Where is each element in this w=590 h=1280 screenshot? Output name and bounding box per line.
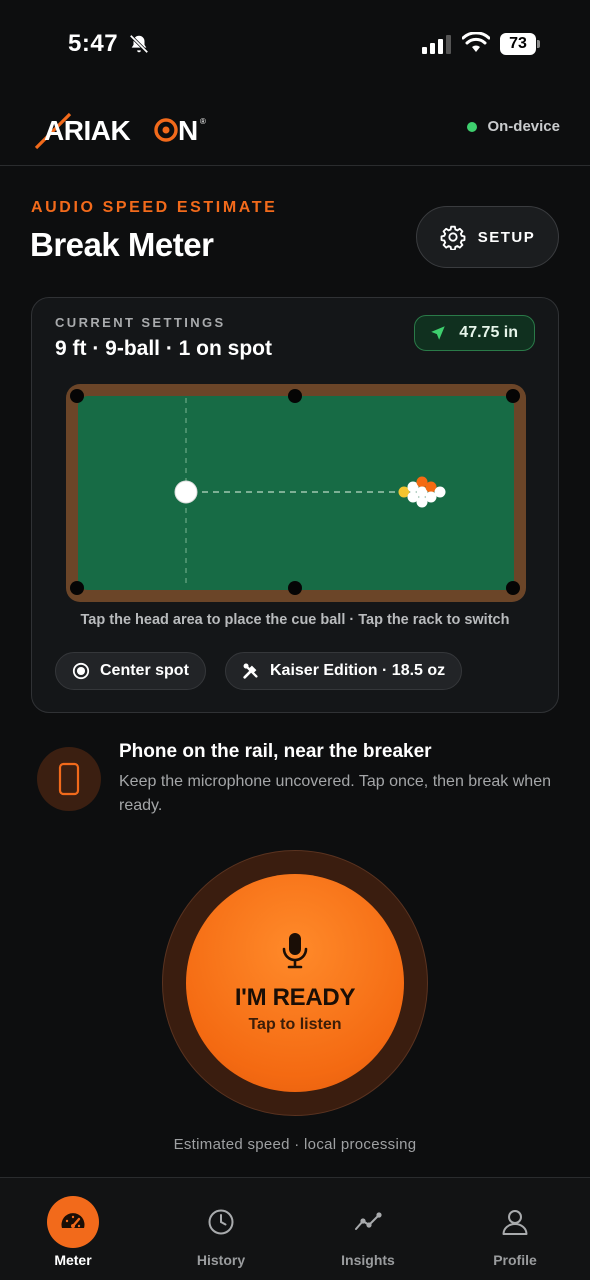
svg-text:®: ® xyxy=(200,117,206,126)
tab-label: Insights xyxy=(341,1252,395,1268)
signal-icon xyxy=(422,35,451,54)
clock-icon xyxy=(208,1209,234,1235)
instruction-title: Phone on the rail, near the breaker xyxy=(119,741,432,762)
wifi-icon xyxy=(462,32,490,52)
tab-label: Meter xyxy=(54,1252,92,1268)
tab-history[interactable]: History xyxy=(166,1196,276,1268)
location-arrow-icon xyxy=(431,326,446,340)
ready-button-sublabel: Tap to listen xyxy=(248,1016,342,1033)
pool-table[interactable] xyxy=(66,384,526,602)
table-felt xyxy=(78,396,514,590)
microphone-icon xyxy=(282,933,308,969)
speedometer-icon xyxy=(61,1213,85,1228)
distance-badge: 47.75 in xyxy=(414,315,535,351)
tab-label: History xyxy=(196,1252,246,1268)
chip-label: Kaiser Edition · 18.5 oz xyxy=(270,662,446,679)
gear-icon xyxy=(440,225,466,250)
cue-stick-chip[interactable]: Kaiser Edition · 18.5 oz xyxy=(225,652,463,690)
pocket xyxy=(288,581,302,595)
person-icon xyxy=(502,1210,528,1235)
ariakon-logo: ARIAK N ® xyxy=(34,112,206,150)
on-device-status: On-device xyxy=(467,118,560,135)
card-label: CURRENT SETTINGS xyxy=(55,315,226,330)
tab-profile[interactable]: Profile xyxy=(460,1196,570,1268)
app-header: ARIAK N ® On-device xyxy=(0,100,590,166)
instruction-body: Keep the microphone uncovered. Tap once,… xyxy=(119,773,551,814)
battery-level: 73 xyxy=(500,33,536,55)
ready-button-label: I'M READY xyxy=(234,984,356,1011)
setup-label: SETUP xyxy=(477,228,536,246)
on-device-label: On-device xyxy=(487,118,560,135)
pocket xyxy=(70,581,84,595)
cue-ball[interactable] xyxy=(174,480,198,504)
tab-label: Profile xyxy=(493,1252,537,1268)
current-settings-card: CURRENT SETTINGS 9 ft · 9-ball · 1 on sp… xyxy=(31,297,559,713)
svg-text:ARIAK: ARIAK xyxy=(44,115,130,146)
pocket xyxy=(288,389,302,403)
phone-icon xyxy=(58,762,80,796)
status-time: 5:47 xyxy=(68,30,119,57)
tab-insights[interactable]: Insights xyxy=(313,1196,423,1268)
status-bar: 5:47 73 xyxy=(0,0,590,90)
tab-meter[interactable]: Meter xyxy=(18,1196,128,1268)
settings-summary: 9 ft · 9-ball · 1 on spot xyxy=(55,337,273,360)
svg-text:N: N xyxy=(178,115,198,146)
tools-icon xyxy=(243,663,258,679)
tab-bar: Meter History Insights Profile xyxy=(0,1177,590,1280)
pocket xyxy=(70,389,84,403)
battery-indicator: 73 xyxy=(500,33,540,55)
phone-placement-badge xyxy=(37,747,101,811)
chip-label: Center spot xyxy=(100,662,189,679)
cue-position-chip[interactable]: Center spot xyxy=(55,652,206,690)
pocket xyxy=(506,389,520,403)
bell-muted-icon xyxy=(129,34,149,54)
section-eyebrow: AUDIO SPEED ESTIMATE xyxy=(31,199,278,216)
table-hint: Tap the head area to place the cue ball … xyxy=(80,612,510,628)
page-title: Break Meter xyxy=(30,226,214,263)
footnote: Estimated speed · local processing xyxy=(173,1136,417,1153)
ready-button[interactable]: I'M READY Tap to listen xyxy=(186,874,404,1092)
status-dot-icon xyxy=(467,121,478,132)
setup-button[interactable]: SETUP xyxy=(416,206,559,268)
target-icon xyxy=(72,662,90,680)
trend-icon xyxy=(355,1212,382,1230)
distance-value: 47.75 in xyxy=(459,324,518,341)
pocket xyxy=(506,581,520,595)
